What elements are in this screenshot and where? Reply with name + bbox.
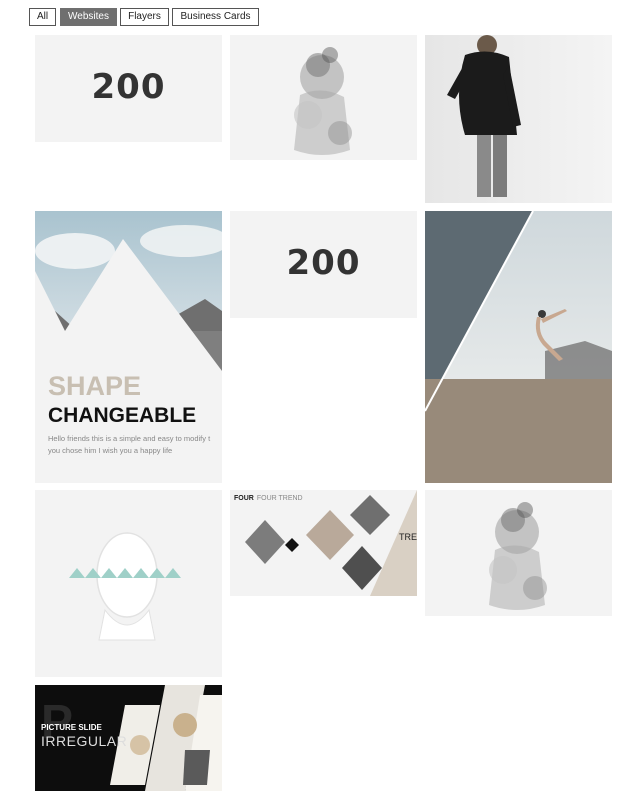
portfolio-tile-man-hoodie[interactable]	[425, 35, 612, 203]
portfolio-tile-200-logo[interactable]: 200	[35, 35, 222, 142]
man-hoodie-photo	[425, 35, 612, 203]
sculpture-head-artwork	[35, 490, 222, 677]
four-title-text: FOUR	[234, 495, 254, 502]
jumping-woman-photo	[425, 211, 612, 483]
trend-vertical-text: TREND	[399, 532, 417, 542]
logo-200-text: 200	[286, 243, 361, 283]
portfolio-tile-shape-changeable[interactable]: SHAPE CHANGEABLE Hello friends this is a…	[35, 211, 222, 483]
smoke-portrait-image	[425, 490, 612, 616]
four-trend-collage	[230, 490, 417, 596]
portfolio-tile-200-logo-2[interactable]: 200	[230, 211, 417, 318]
filter-flayers-button[interactable]: Flayers	[120, 8, 169, 26]
irregular-title: IRREGULAR	[41, 733, 128, 749]
four-subtitle-text: FOUR TREND	[256, 495, 303, 502]
picture-slide-title: PICTURE SLIDE	[41, 723, 102, 732]
filter-business-cards-button[interactable]: Business Cards	[172, 8, 259, 26]
portfolio-tile-smoke-portrait[interactable]	[230, 35, 417, 160]
filter-all-button[interactable]: All	[29, 8, 56, 26]
portfolio-tile-four-trend[interactable]: FOURFOUR TREND TREND	[230, 490, 417, 596]
portfolio-tile-picture-slide[interactable]: P PICTURE SLIDE IRREGULAR	[35, 685, 222, 791]
smoke-portrait-image	[230, 35, 417, 160]
portfolio-tile-jumping-woman[interactable]	[425, 211, 612, 483]
changeable-heading: CHANGEABLE	[48, 404, 197, 427]
portfolio-tile-sculpture-head[interactable]	[35, 490, 222, 677]
shape-heading: SHAPE	[48, 371, 142, 401]
four-trend-title: FOUR FOUR TREND	[234, 495, 303, 502]
shape-body-text: Hello friends this is a simple and easy …	[48, 434, 211, 455]
filter-websites-button[interactable]: Websites	[60, 8, 117, 26]
logo-200-text: 200	[91, 67, 166, 107]
portfolio-tile-smoke-portrait-2[interactable]	[425, 490, 612, 616]
